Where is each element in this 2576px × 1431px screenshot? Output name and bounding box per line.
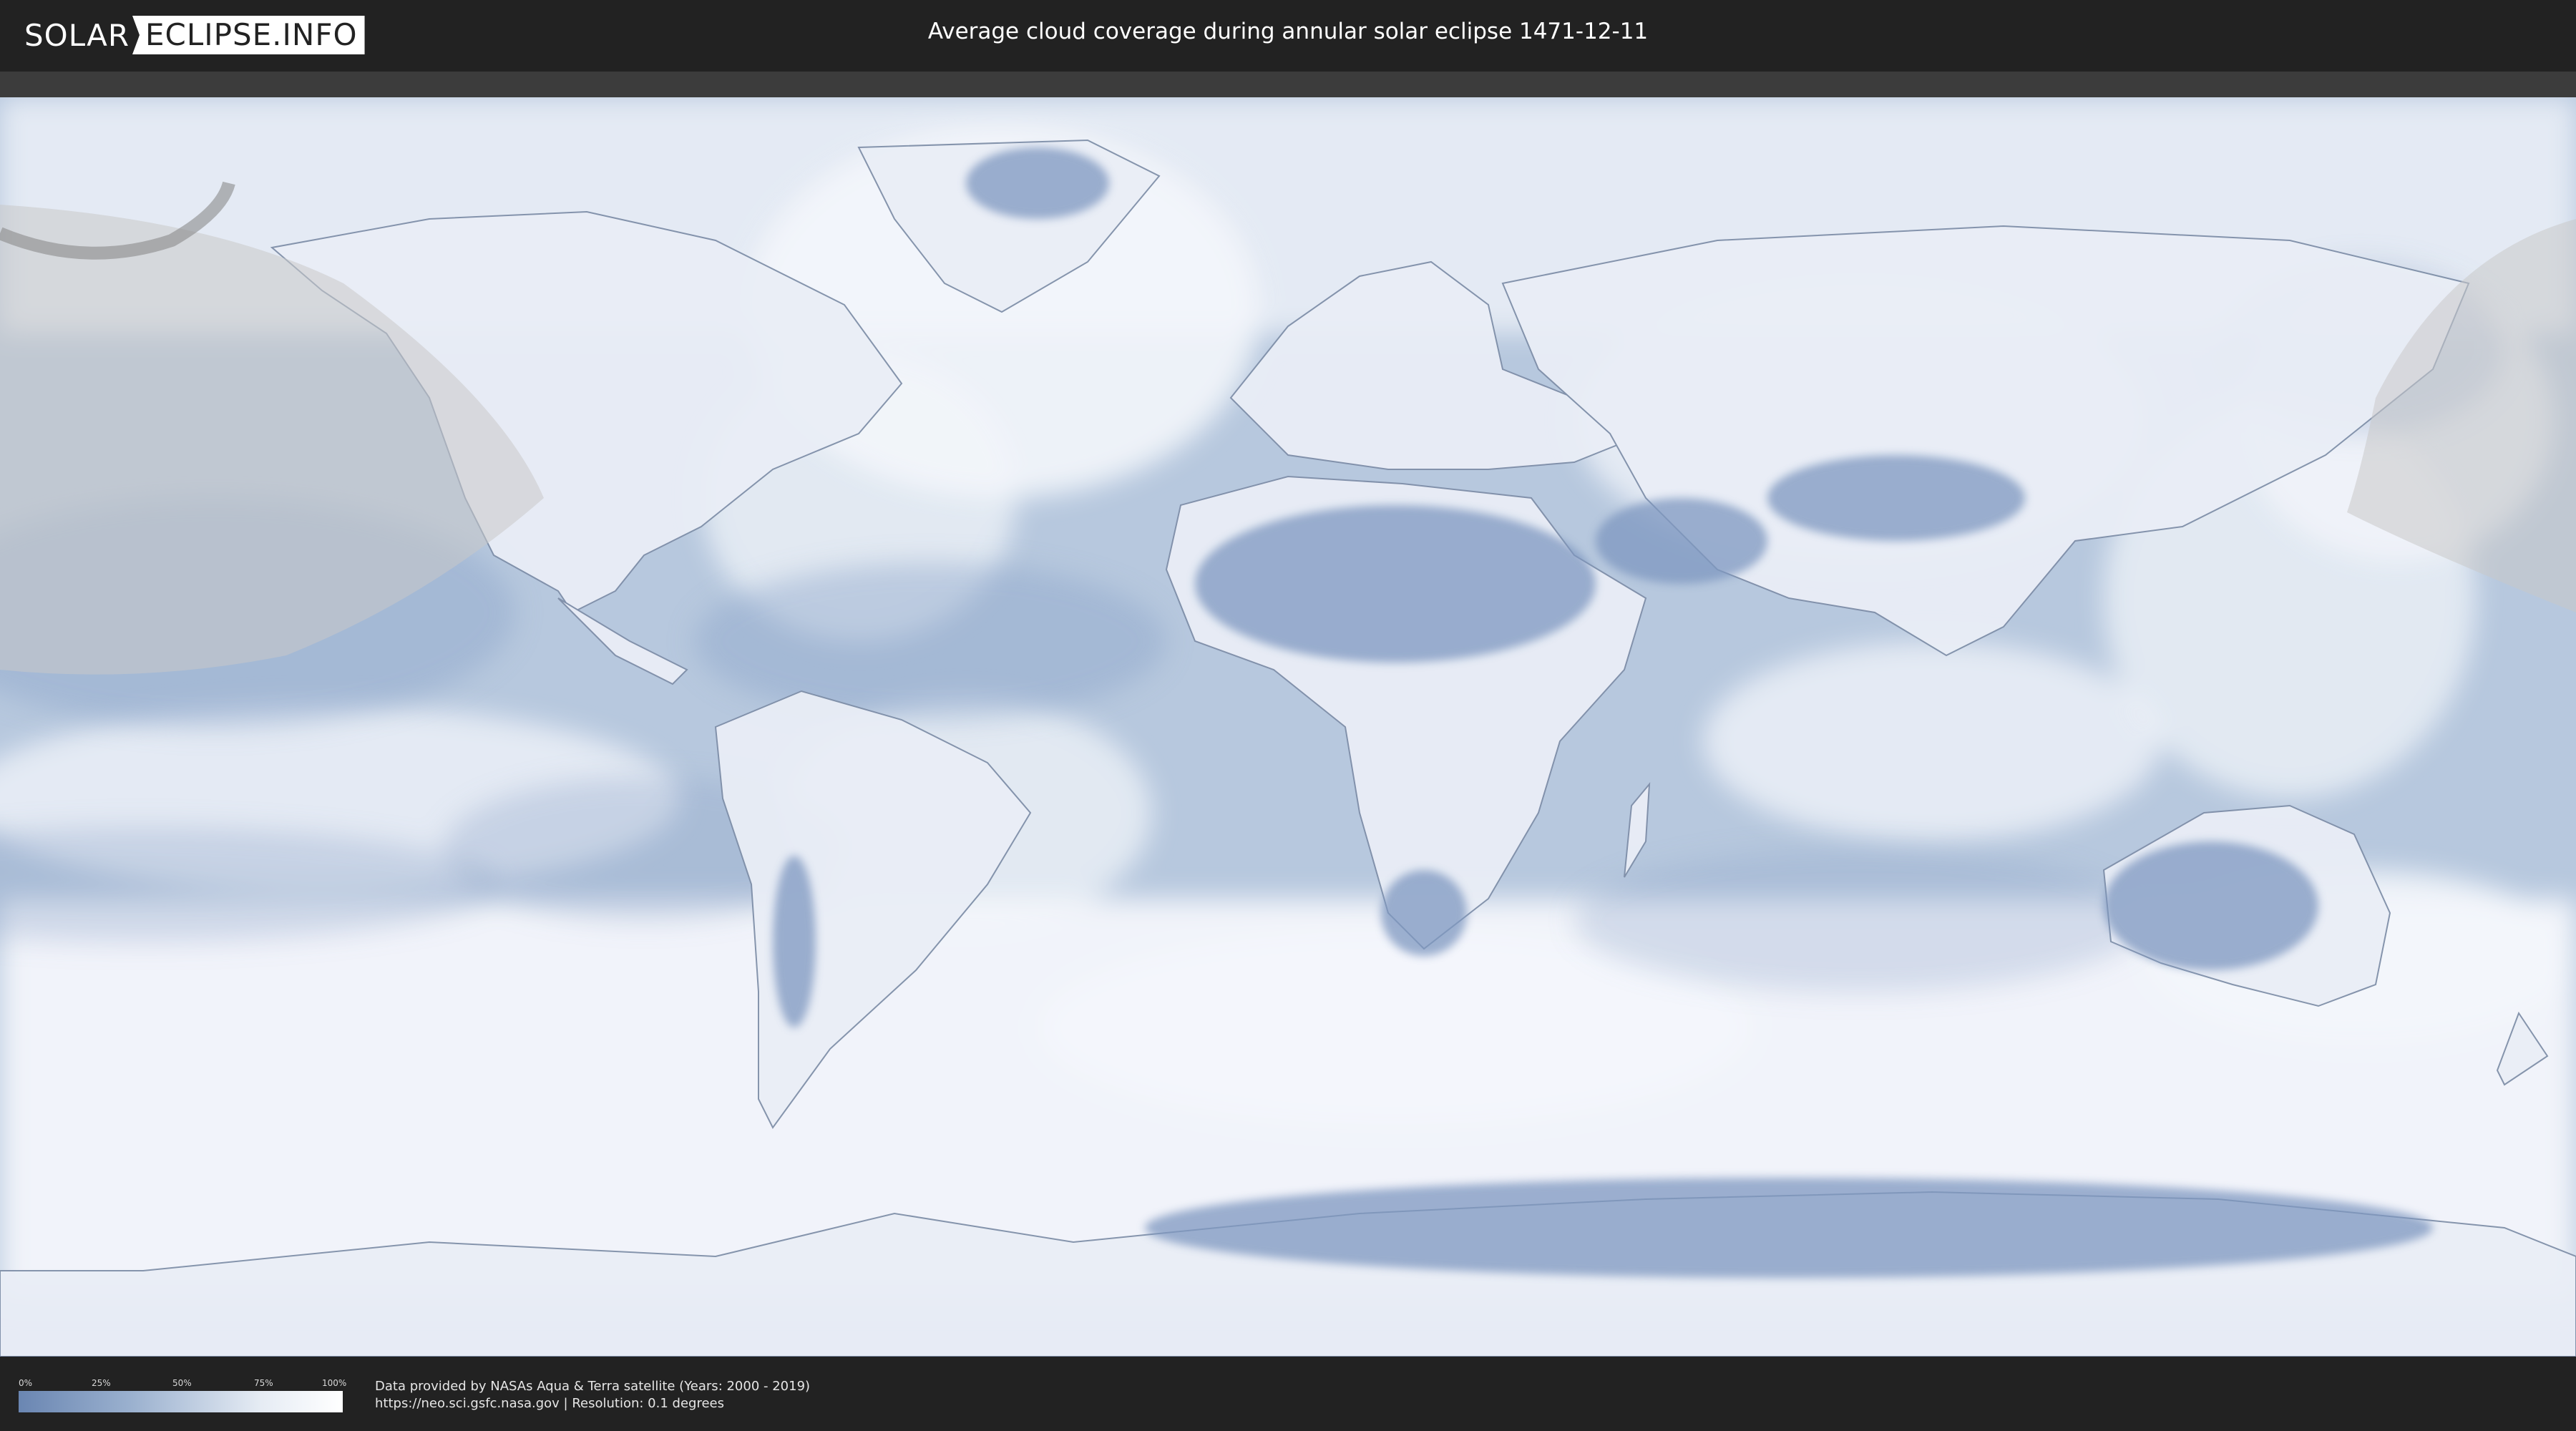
cloud-coverage-map [0, 97, 2576, 1357]
legend-tick-75: 75% [254, 1378, 273, 1388]
page-title: Average cloud coverage during annular so… [927, 19, 1649, 44]
legend-tick-0: 0% [19, 1378, 33, 1388]
header-bar: SOLAR ECLIPSE.INFO Average cloud coverag… [0, 0, 2576, 72]
legend-tick-100: 100% [322, 1378, 347, 1388]
map-top-strip [0, 72, 2576, 99]
credit-url: https://neo.sci.gsfc.nasa.gov | Resoluti… [375, 1396, 724, 1411]
legend-tick-25: 25% [92, 1378, 111, 1388]
credit-source: Data provided by NASAs Aqua & Terra sate… [375, 1379, 811, 1394]
legend-tick-50: 50% [172, 1378, 192, 1388]
data-credit: Data provided by NASAs Aqua & Terra sate… [375, 1378, 810, 1412]
legend-gradient-bar [19, 1391, 343, 1412]
